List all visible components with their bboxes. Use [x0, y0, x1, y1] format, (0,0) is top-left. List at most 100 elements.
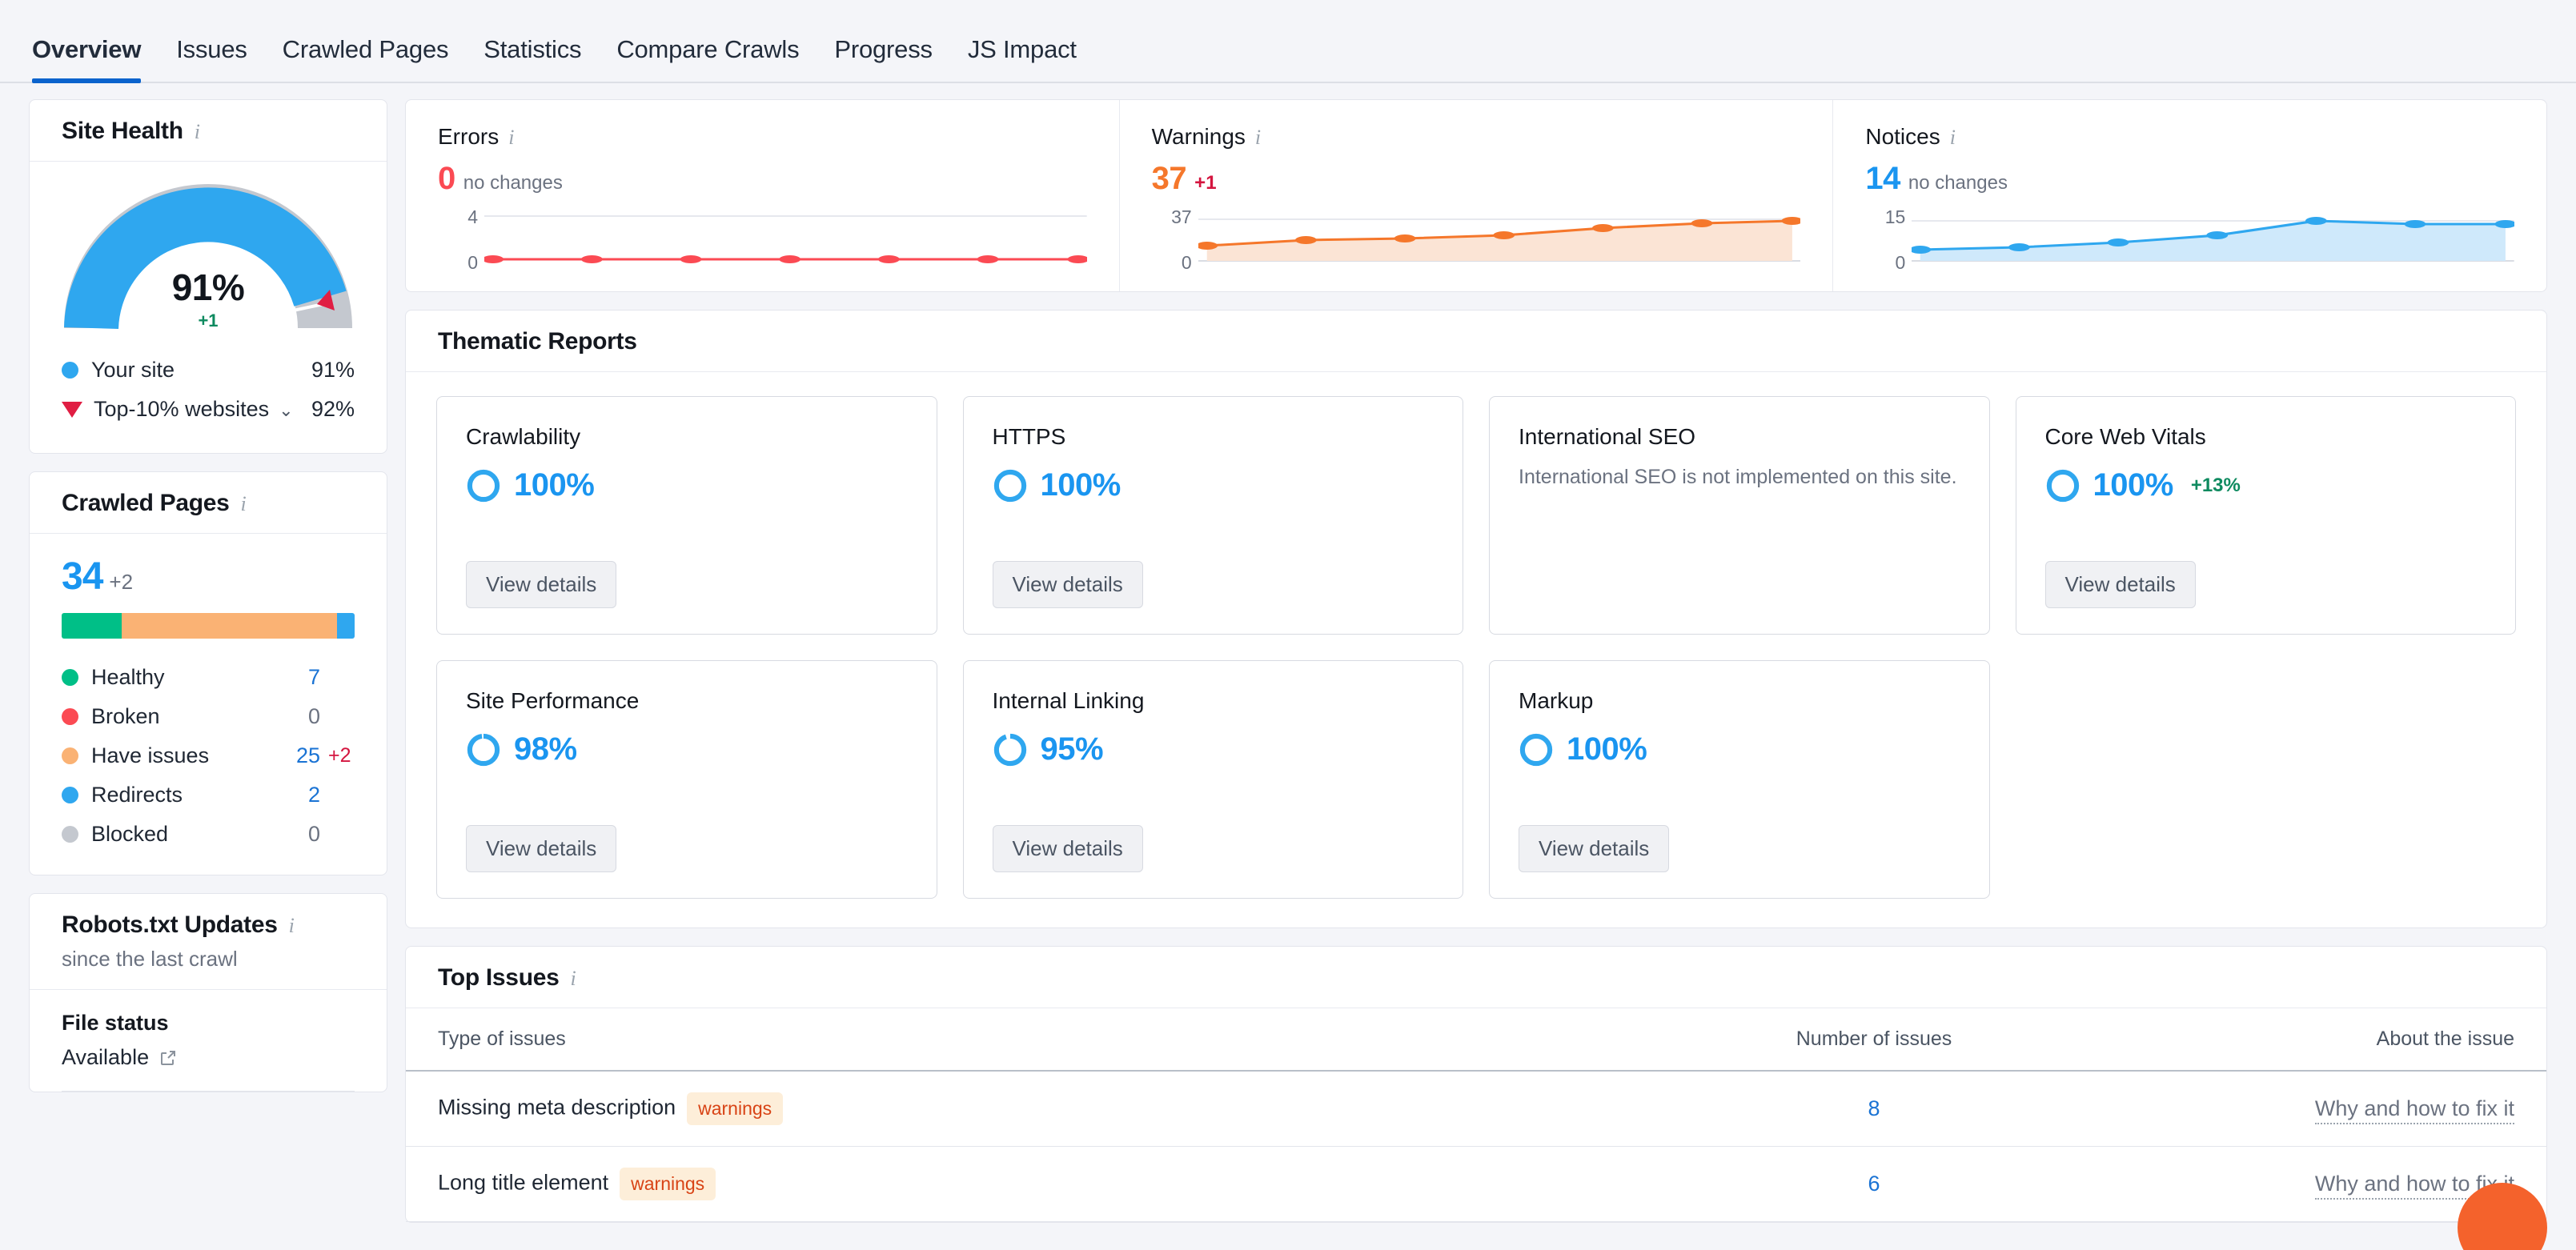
tab-statistics[interactable]: Statistics — [484, 35, 581, 82]
view-details-button[interactable]: View details — [466, 825, 617, 872]
info-icon[interactable]: i — [1950, 127, 1956, 148]
why-and-how-to-fix-link[interactable]: Why and how to fix it — [2314, 1096, 2514, 1124]
metric-warnings-label: Warnings — [1151, 124, 1246, 149]
thematic-card-international-seo: International SEO International SEO is n… — [1489, 396, 1990, 635]
info-icon[interactable]: i — [289, 915, 295, 936]
metric-errors-count: 0 — [438, 161, 455, 196]
thematic-card-core-web-vitals[interactable]: Core Web Vitals 100% +13% View details — [2015, 396, 2516, 635]
issue-count-cell: 6 — [1618, 1146, 2130, 1222]
crawled-legend-label: Have issues — [91, 743, 210, 767]
issue-metrics-card: Errors i 0 no changes 4 0 Warnings i 37 … — [405, 99, 2547, 292]
metric-warnings-sparkline: 37 0 — [1152, 206, 1801, 273]
thematic-card-crawlability[interactable]: Crawlability 100% View details — [436, 396, 937, 635]
legend-value-benchmark: 92% — [311, 397, 355, 421]
thematic-card-internal-linking[interactable]: Internal Linking 95% View details — [962, 660, 1463, 899]
crawled-legend-value[interactable]: 25 — [275, 743, 320, 768]
file-status-value-row: Available — [62, 1045, 355, 1070]
bar-segment-have-issues — [122, 613, 338, 639]
top-issues-title: Top Issues — [438, 964, 560, 991]
thematic-card-score: 100% +13% — [2045, 467, 2487, 503]
metric-warnings-figures: 37 +1 — [1152, 161, 1801, 197]
thematic-card-https[interactable]: HTTPS 100% View details — [962, 396, 1463, 635]
progress-ring-icon — [467, 733, 500, 766]
robots-body: File status Available — [30, 990, 387, 1092]
thematic-card-badge: +13% — [2190, 474, 2241, 496]
thematic-card-site-performance[interactable]: Site Performance 98% View details — [436, 660, 937, 899]
triangle-down-icon — [62, 401, 82, 418]
thematic-card-markup[interactable]: Markup 100% View details — [1489, 660, 1990, 899]
right-column: Errors i 0 no changes 4 0 Warnings i 37 … — [405, 99, 2547, 1250]
issue-count-link[interactable]: 8 — [1868, 1096, 1880, 1120]
crawled-legend-value: 0 — [307, 822, 320, 846]
view-details-button[interactable]: View details — [2044, 561, 2196, 608]
crawled-legend-value[interactable]: 7 — [275, 665, 320, 690]
crawled-legend-value[interactable]: 2 — [275, 783, 320, 807]
left-column: Site Health i 91% +1 Your site 91% Top-1… — [29, 99, 387, 1250]
tab-progress[interactable]: Progress — [834, 35, 933, 82]
legend-dot-icon — [62, 362, 78, 379]
view-details-button[interactable]: View details — [992, 825, 1143, 872]
legend-dot-icon — [62, 669, 78, 686]
file-status-label: File status — [62, 1011, 169, 1035]
view-details-button[interactable]: View details — [466, 561, 617, 608]
site-health-delta: +1 — [198, 310, 219, 331]
top-issues-header-row: Type of issues Number of issues About th… — [406, 1008, 2546, 1072]
thematic-card-label: HTTPS — [992, 424, 1066, 449]
crawled-pages-total: 34 — [62, 555, 103, 598]
crawled-legend-value: 0 — [307, 704, 320, 728]
warnings-axis-low: 0 — [1181, 252, 1192, 273]
issue-count-link[interactable]: 6 — [1868, 1172, 1880, 1196]
crawled-pages-body: 34 +2 Healthy 7 Broken 0 Have issues 25 … — [30, 534, 387, 875]
notices-axis: 15 0 — [1865, 206, 1912, 273]
legend-dot-icon — [62, 787, 78, 803]
site-health-value: 91% — [171, 266, 245, 308]
issue-type-label: Missing meta description — [438, 1095, 676, 1120]
view-details-button[interactable]: View details — [1519, 825, 1670, 872]
info-icon[interactable]: i — [1255, 127, 1261, 148]
robots-subtitle: since the last crawl — [62, 947, 238, 971]
thematic-card-pct: 100% — [1567, 731, 1647, 767]
info-icon[interactable]: i — [241, 494, 247, 515]
page-body: Site Health i 91% +1 Your site 91% Top-1… — [0, 83, 2576, 1250]
external-link-icon[interactable] — [158, 1048, 178, 1068]
errors-axis-low: 0 — [467, 252, 478, 273]
site-health-gauge: 91% +1 — [30, 162, 387, 344]
metric-errors-figures: 0 no changes — [438, 161, 1087, 197]
tab-overview[interactable]: Overview — [32, 35, 142, 83]
info-icon[interactable]: i — [570, 968, 576, 989]
legend-row-benchmark[interactable]: Top-10% websites ⌄ 92% — [62, 390, 355, 429]
column-header-about: About the issue — [2130, 1008, 2546, 1072]
metric-notices-header: Notices i — [1865, 124, 2514, 150]
tab-crawled-pages[interactable]: Crawled Pages — [283, 35, 449, 82]
issue-type-cell: Missing meta description warnings — [406, 1071, 1618, 1147]
tab-compare-crawls[interactable]: Compare Crawls — [616, 35, 799, 82]
metric-warnings-count: 37 — [1151, 161, 1187, 196]
info-icon[interactable]: i — [195, 122, 200, 142]
tab-issues[interactable]: Issues — [176, 35, 247, 82]
crawled-legend-redirects: Redirects 2 — [62, 775, 355, 815]
legend-value-your-site: 91% — [311, 358, 355, 382]
crawled-pages-card: Crawled Pages i 34 +2 Healthy 7 Broken 0… — [29, 471, 387, 875]
progress-ring-icon — [467, 469, 500, 502]
metric-errors-label: Errors — [438, 124, 500, 149]
issue-about-cell: Why and how to fix it — [2130, 1071, 2546, 1147]
crawled-pages-stacked-bar — [62, 613, 355, 639]
robots-updates-card: Robots.txt Updates i since the last craw… — [29, 893, 387, 1092]
benchmark-text: Top-10% websites — [94, 397, 270, 421]
crawled-pages-header: Crawled Pages i — [30, 472, 387, 534]
thematic-card-label: Site Performance — [466, 688, 640, 713]
info-icon[interactable]: i — [508, 127, 514, 148]
robots-header-wrap: Robots.txt Updates i since the last craw… — [30, 894, 387, 990]
view-details-button[interactable]: View details — [992, 561, 1143, 608]
status-badge: warnings — [687, 1092, 784, 1125]
thematic-reports-grid: Crawlability 100% View details HTTPS 100… — [406, 372, 2546, 927]
robots-title: Robots.txt Updates — [62, 911, 278, 938]
thematic-reports-title: Thematic Reports — [438, 328, 637, 355]
notices-axis-high: 15 — [1884, 206, 1906, 227]
errors-plot — [484, 214, 1087, 264]
chevron-down-icon[interactable]: ⌄ — [279, 400, 293, 421]
column-header-type: Type of issues — [406, 1008, 1618, 1072]
thematic-card-score: 100% — [993, 467, 1434, 503]
tab-js-impact[interactable]: JS Impact — [968, 35, 1077, 82]
legend-dot-icon — [62, 747, 78, 764]
